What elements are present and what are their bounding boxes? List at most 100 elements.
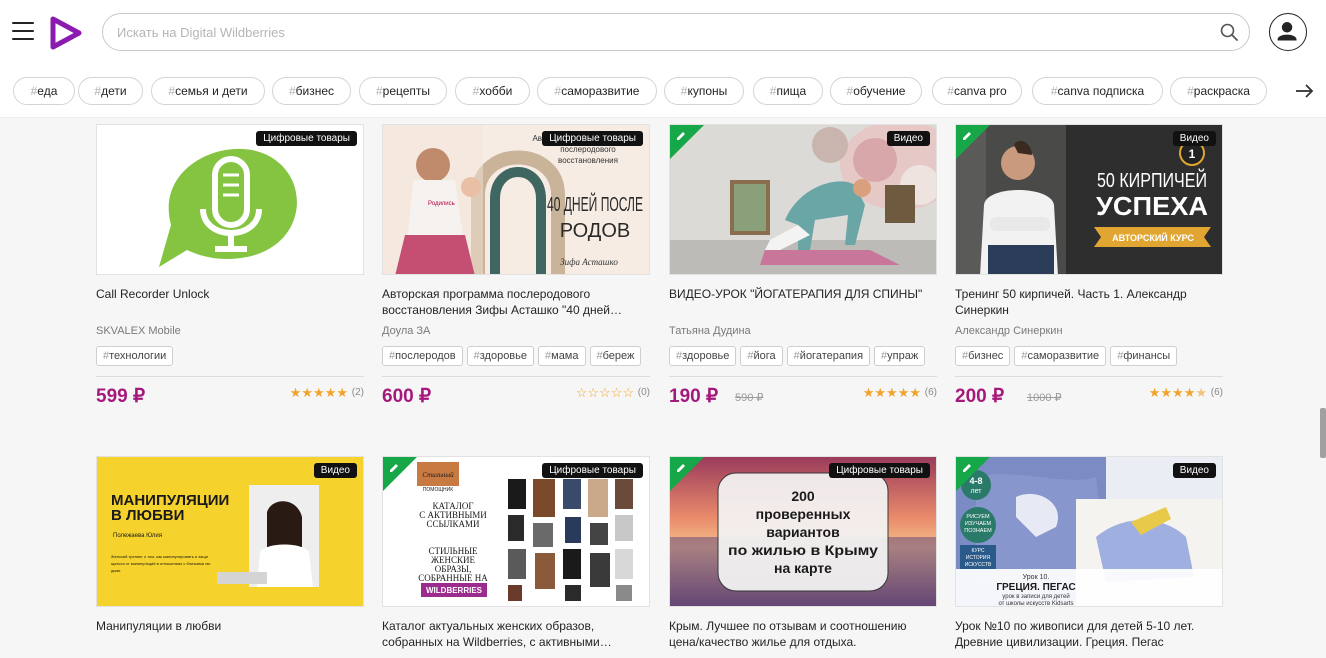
star-icon: ★ — [909, 385, 921, 400]
search-icon[interactable] — [1219, 22, 1239, 42]
product-author[interactable]: Татьяна Дудина — [669, 324, 937, 338]
product-tag[interactable]: #йогатерапия — [786, 346, 871, 366]
search-input[interactable] — [117, 14, 1197, 50]
product-title[interactable]: Call Recorder Unlock — [96, 286, 364, 318]
tag-chip[interactable]: #canva подписка — [1032, 77, 1163, 105]
star-icon: ★ — [313, 385, 325, 400]
tag-label: пища — [776, 84, 807, 98]
product-tag[interactable]: #технологии — [96, 346, 174, 366]
product-author[interactable]: SKVALEX Mobile — [96, 324, 364, 338]
product-author[interactable]: Александр Синеркин — [955, 324, 1223, 338]
product-tag-label: упраж — [887, 350, 919, 362]
product-tag[interactable]: #здоровье — [669, 346, 737, 366]
product-thumbnail[interactable]: 4-8 лет РИСУЕМ ИЗУЧАЕМ ПОЗНАЕМ КУРС ИСТО… — [955, 456, 1223, 607]
tag-chip[interactable]: #бизнес — [272, 77, 351, 105]
product-tag[interactable]: #здоровье — [466, 346, 534, 366]
product-card[interactable]: 1 50 КИРПИЧЕЙ УСПЕХА АВТОРСКИЙ КУРС Видео… — [955, 124, 1223, 409]
tag-chip[interactable]: #обучение — [830, 77, 922, 105]
svg-text:проверенных: проверенных — [756, 506, 851, 522]
tag-chip[interactable]: #семья и дети — [151, 77, 265, 105]
product-card[interactable]: Стильный ПОМОЩНИК КАТАЛОГ С АКТИВНЫМИ СС… — [382, 456, 650, 650]
product-title[interactable]: Крым. Лучшее по отзывам и соотношению це… — [669, 618, 937, 650]
product-title[interactable]: Урок №10 по живописи для детей 5-10 лет.… — [955, 618, 1223, 650]
product-title[interactable]: Манипуляции в любви — [96, 618, 364, 650]
product-tag[interactable]: #йога — [740, 346, 783, 366]
product-tag[interactable]: #мама — [538, 346, 586, 366]
star-icon: ☆ — [575, 385, 588, 400]
product-title[interactable]: Каталог актуальных женских образов, собр… — [382, 618, 650, 650]
tag-chip[interactable]: #раскраска — [1170, 77, 1267, 105]
product-card[interactable]: Цифровые товары Call Recorder Unlock SKVAL… — [96, 124, 364, 409]
tag-label: раскраска — [1193, 84, 1250, 98]
star-icon: ★ — [1160, 385, 1173, 400]
star-icon: ★ — [324, 385, 337, 400]
product-card[interactable]: 200 проверенных вариантов по жилью в Кры… — [669, 456, 937, 650]
product-tag[interactable]: #послеродов — [382, 346, 463, 366]
product-card[interactable]: МАНИПУЛЯЦИИ В ЛЮБВИ Полежаева Юлия Женск… — [96, 456, 364, 650]
tag-chip[interactable]: #купоны — [664, 77, 744, 105]
product-thumbnail[interactable]: МАНИПУЛЯЦИИ В ЛЮБВИ Полежаева Юлия Женск… — [96, 456, 364, 607]
svg-text:КУРС: КУРС — [971, 548, 984, 554]
old-price: 590 ₽ — [735, 392, 764, 404]
product-title[interactable]: Тренинг 50 кирпичей. Часть 1. Александр … — [955, 286, 1223, 318]
product-thumbnail[interactable]: 200 проверенных вариантов по жилью в Кры… — [669, 456, 937, 607]
product-card[interactable]: Видео ВИДЕО-УРОК "ЙОГАТЕРАПИЯ ДЛЯ СПИНЫ" Т… — [669, 124, 937, 409]
logo-icon[interactable] — [50, 16, 82, 50]
svg-text:ГРЕЦИЯ. ПЕГАС: ГРЕЦИЯ. ПЕГАС — [996, 582, 1075, 593]
product-thumbnail[interactable]: Стильный ПОМОЩНИК КАТАЛОГ С АКТИВНЫМИ СС… — [382, 456, 650, 607]
tag-chip[interactable]: #пища — [753, 77, 823, 105]
star-icon: ★ — [862, 385, 875, 400]
thumbnail-art: МАНИПУЛЯЦИИ В ЛЮБВИ Полежаева Юлия Женск… — [97, 457, 363, 606]
price-row: 599 ₽ ★★★★★ (2) — [96, 383, 364, 409]
product-thumbnail[interactable]: Цифровые товары — [96, 124, 364, 275]
svg-text:ССЫЛКАМИ: ССЫЛКАМИ — [427, 519, 480, 529]
tag-chip[interactable]: #хобби — [455, 77, 530, 105]
scrollbar[interactable] — [1320, 408, 1326, 458]
thumbnail-art: 200 проверенных вариантов по жилью в Кры… — [670, 457, 936, 606]
product-title[interactable]: ВИДЕО-УРОК "ЙОГАТЕРАПИЯ ДЛЯ СПИНЫ" — [669, 286, 937, 318]
pencil-icon — [677, 464, 685, 472]
tag-label: саморазвитие — [561, 84, 640, 98]
tag-hash: # — [288, 84, 296, 98]
product-thumbnail[interactable]: 1 50 КИРПИЧЕЙ УСПЕХА АВТОРСКИЙ КУРС Видео — [955, 124, 1223, 275]
tags-next-button[interactable] — [1278, 77, 1326, 107]
svg-text:на карте: на карте — [774, 560, 832, 576]
tag-chip[interactable]: #рецепты — [359, 77, 447, 105]
product-tag[interactable]: #бизнес — [955, 346, 1011, 366]
product-tag[interactable]: #саморазвитие — [1014, 346, 1107, 366]
product-thumbnail[interactable]: Родились Авторская программа послеродово… — [382, 124, 650, 275]
svg-text:по жилью в Крыму: по жилью в Крыму — [728, 542, 878, 558]
tag-chip[interactable]: #саморазвитие — [537, 77, 657, 105]
product-tag[interactable]: #береж — [589, 346, 642, 366]
svg-text:Стильный: Стильный — [422, 471, 454, 479]
type-badge: Видео — [1172, 463, 1216, 478]
tag-hash: # — [1050, 84, 1058, 98]
tag-chip[interactable]: #еда — [13, 77, 75, 105]
svg-text:дьми: дьми — [111, 568, 120, 573]
svg-text:АВТОРСКИЙ КУРС: АВТОРСКИЙ КУРС — [1112, 232, 1194, 243]
tag-chip[interactable]: #canva pro — [932, 77, 1022, 105]
product-tags: #технологии — [96, 346, 364, 368]
product-author[interactable]: Доула ЗА — [382, 324, 650, 338]
svg-text:В ЛЮБВИ: В ЛЮБВИ — [111, 507, 184, 524]
tag-chip[interactable]: #дети — [78, 77, 143, 105]
tag-label: canva подписка — [1057, 84, 1145, 98]
product-tag[interactable]: #упраж — [874, 346, 926, 366]
tag-hash: # — [1187, 84, 1194, 98]
product-title[interactable]: Авторская программа послеродового восста… — [382, 286, 650, 318]
price: 190 ₽ — [669, 386, 719, 407]
menu-icon[interactable] — [12, 22, 34, 42]
svg-text:50 КИРПИЧЕЙ: 50 КИРПИЧЕЙ — [1097, 168, 1207, 192]
product-thumbnail[interactable]: Видео — [669, 124, 937, 275]
svg-text:Зифа Асташко: Зифа Асташко — [560, 257, 618, 267]
tag-hash: # — [375, 84, 383, 98]
star-icon: ☆ — [599, 385, 611, 400]
product-card[interactable]: Родились Авторская программа послеродово… — [382, 124, 650, 409]
svg-text:Родились: Родились — [428, 201, 455, 207]
product-card[interactable]: 4-8 лет РИСУЕМ ИЗУЧАЕМ ПОЗНАЕМ КУРС ИСТО… — [955, 456, 1223, 650]
thumbnail-art — [97, 125, 363, 274]
product-tag-label: послеродов — [395, 350, 456, 362]
profile-button[interactable] — [1269, 13, 1307, 51]
product-tag[interactable]: #финансы — [1110, 346, 1178, 366]
divider — [382, 376, 650, 377]
